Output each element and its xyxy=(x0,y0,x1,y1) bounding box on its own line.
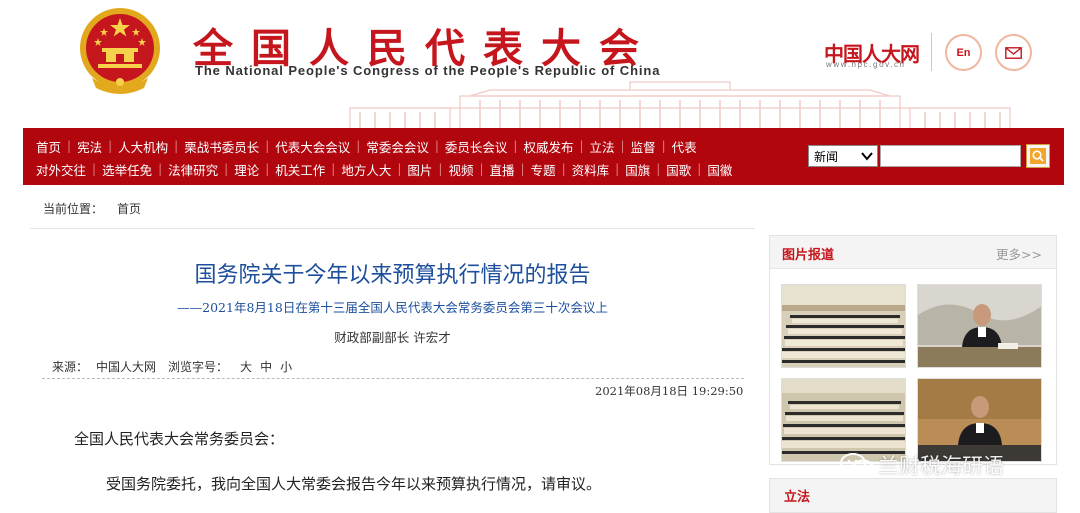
photo-report-panel: 图片报道 更多>> xyxy=(769,235,1057,465)
national-emblem-icon xyxy=(80,8,160,94)
article-title: 国务院关于今年以来预算执行情况的报告 xyxy=(194,263,591,288)
font-size-label: 浏览字号： xyxy=(168,360,229,374)
nav-item-chairman[interactable]: 栗战书委员长 xyxy=(184,137,259,156)
legislation-panel: 立法 xyxy=(769,478,1057,513)
meeting-hall-photo[interactable] xyxy=(781,284,906,368)
nav-item-standing-committee[interactable]: 常委会会议 xyxy=(366,137,429,156)
nav-item-anthem[interactable]: 国歌 xyxy=(666,160,691,179)
breadcrumb-home-link[interactable]: 首页 xyxy=(117,202,141,216)
search-category-value: 新闻 xyxy=(814,149,839,164)
search-input[interactable] xyxy=(880,145,1021,167)
npc-url: www.npc.gov.cn xyxy=(826,60,906,69)
nav-item-congress-sessions[interactable]: 代表大会会议 xyxy=(275,137,350,156)
nav-item-constitution[interactable]: 宪法 xyxy=(77,137,102,156)
photo-report-header: 图片报道 更多>> xyxy=(770,236,1056,269)
wechat-icon xyxy=(840,453,874,477)
main-nav: 首页 | 宪法 | 人大机构 | 栗战书委员长 | 代表大会会议 | 常委会会议 | 委员长… xyxy=(23,128,1064,185)
article-datetime: 2021年08月18日 19:29:50 xyxy=(595,384,744,398)
nav-item-legislation[interactable]: 立法 xyxy=(590,137,615,156)
source-value: 中国人大网 xyxy=(96,360,157,374)
nav-item-foreign[interactable]: 对外交往 xyxy=(36,160,86,179)
nav-item-law-research[interactable]: 法律研究 xyxy=(168,160,218,179)
search-button[interactable] xyxy=(1026,144,1050,168)
source-label: 来源： xyxy=(52,360,89,374)
site-title-en: The National People's Congress of the Pe… xyxy=(195,63,661,78)
nav-item-home[interactable]: 首页 xyxy=(36,137,61,156)
nav-item-supervision[interactable]: 监督 xyxy=(631,137,656,156)
nav-row-1: 首页 | 宪法 | 人大机构 | 栗战书委员长 | 代表大会会议 | 常委会会议 | 委员长… xyxy=(36,136,697,156)
great-hall-outline-icon xyxy=(349,81,1011,128)
nav-item-emblem[interactable]: 国徽 xyxy=(707,160,732,179)
english-button[interactable]: En xyxy=(945,34,982,71)
nav-item-office-work[interactable]: 机关工作 xyxy=(275,160,325,179)
chevron-down-icon xyxy=(861,152,873,161)
watermark-text: 兰财税海研语 xyxy=(878,454,1004,478)
nav-item-theory[interactable]: 理论 xyxy=(234,160,259,179)
font-size-medium-link[interactable]: 中 xyxy=(260,358,272,375)
nav-item-council-meetings[interactable]: 委员长会议 xyxy=(445,137,508,156)
nav-item-deputies[interactable]: 代表 xyxy=(672,137,697,156)
wechat-watermark: 兰财税海研语 xyxy=(840,450,1004,480)
breadcrumb: 当前位置： 首页 xyxy=(43,200,155,217)
nav-item-video[interactable]: 视频 xyxy=(448,160,473,179)
article-author: 财政部副部长 许宏才 xyxy=(334,330,451,345)
nav-item-elections[interactable]: 选举任免 xyxy=(102,160,152,179)
site-header: 全国人民代表大会 The National People's Congress … xyxy=(0,0,1080,128)
meeting-hall-image xyxy=(782,285,905,367)
article-subtitle: ——2021年8月18日在第十三届全国人民代表大会常务委员会第三十次会议上 xyxy=(177,300,608,315)
nav-item-database[interactable]: 资料库 xyxy=(572,160,610,179)
article-salutation: 全国人民代表大会常务委员会： xyxy=(74,430,285,448)
logo-divider xyxy=(931,33,932,71)
font-size-large-link[interactable]: 大 xyxy=(240,358,252,375)
article-meta-bar: 来源： 中国人大网 浏览字号： 大 中 小 xyxy=(42,355,744,379)
search-category-select[interactable]: 新闻 xyxy=(808,145,878,167)
nav-item-npc-organs[interactable]: 人大机构 xyxy=(118,137,168,156)
nav-item-pictures[interactable]: 图片 xyxy=(407,160,432,179)
nav-item-live[interactable]: 直播 xyxy=(490,160,515,179)
nav-item-topics[interactable]: 专题 xyxy=(531,160,556,179)
nav-item-local-npc[interactable]: 地方人大 xyxy=(341,160,391,179)
legislation-panel-title[interactable]: 立法 xyxy=(784,486,810,505)
english-label: En xyxy=(956,46,971,59)
speaker-photo[interactable] xyxy=(917,284,1042,368)
photo-report-title: 图片报道 xyxy=(782,248,835,263)
mail-icon xyxy=(1005,46,1022,59)
article: 国务院关于今年以来预算执行情况的报告 ——2021年8月18日在第十三届全国人民… xyxy=(30,227,755,513)
nav-row-2: 对外交往 | 选举任免 | 法律研究 | 理论 | 机关工作 | 地方人大 | 图片 | 视频… xyxy=(36,159,732,179)
breadcrumb-label: 当前位置： xyxy=(43,202,104,216)
search-icon xyxy=(1030,148,1046,164)
speaker-image xyxy=(918,285,1041,367)
photo-report-more-link[interactable]: 更多>> xyxy=(996,244,1042,263)
mail-button[interactable] xyxy=(995,34,1032,71)
font-size-small-link[interactable]: 小 xyxy=(280,358,292,375)
article-paragraph: 受国务院委托，我向全国人大常委会报告今年以来预算执行情况，请审议。 xyxy=(106,475,602,493)
nav-item-releases[interactable]: 权威发布 xyxy=(523,137,573,156)
nav-item-flag[interactable]: 国旗 xyxy=(625,160,650,179)
